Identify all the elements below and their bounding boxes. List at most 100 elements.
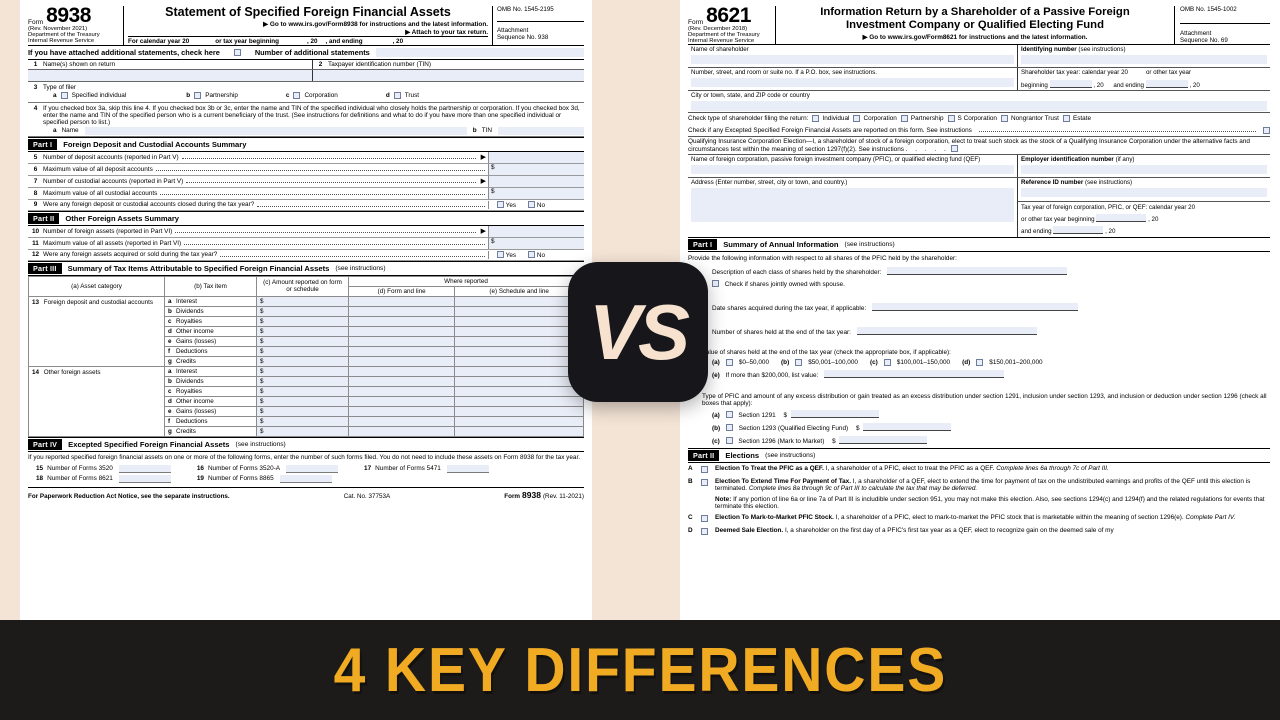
form-line-cell[interactable] [347,315,456,327]
name-of-shareholder-input[interactable] [691,55,1014,64]
schedule-line-cell[interactable] [454,305,584,317]
schedule-line-cell[interactable] [454,425,584,437]
schedule-line-cell[interactable] [454,395,584,407]
value-range-d-checkbox[interactable] [976,359,984,366]
amount-cell[interactable]: $ [256,335,349,347]
form-line-cell[interactable] [347,425,456,437]
value-range-b-checkbox[interactable] [795,359,803,366]
filer-type-c-checkbox[interactable] [293,91,301,99]
foreign-beginning-input[interactable] [1096,214,1147,222]
street-input[interactable] [691,78,1014,87]
filer-type-d-checkbox[interactable] [393,91,401,99]
filer-type-a-checkbox[interactable] [60,91,68,99]
election-c-checkbox[interactable] [701,515,708,522]
form-line-cell[interactable] [347,405,456,417]
amount-cell[interactable]: $ [256,295,349,307]
shareholder-type-corporation[interactable]: Corporation [853,115,897,122]
foreign-corp-name-input[interactable] [691,165,1014,174]
line-4b-input[interactable] [498,126,584,135]
line-5-input[interactable] [488,151,584,163]
shares-held-input[interactable] [856,327,1037,335]
schedule-line-cell[interactable] [454,345,584,357]
amount-cell[interactable]: $ [256,395,349,407]
section-1296-checkbox[interactable] [725,437,733,444]
estate-checkbox[interactable] [1062,115,1070,122]
form-line-cell[interactable] [347,305,456,317]
schedule-line-cell[interactable] [454,385,584,397]
identifying-number-input[interactable] [1021,55,1267,64]
election-a-checkbox[interactable] [701,466,708,473]
section-1291-checkbox[interactable] [725,411,733,418]
shareholder-type-partnership[interactable]: Partnership [900,115,944,122]
line-2-input[interactable] [312,69,584,81]
shareholder-type-nongrantor-trust[interactable]: Nongrantor Trust [1000,115,1059,122]
election-b-checkbox[interactable] [701,479,708,486]
value-range-a-checkbox[interactable] [725,359,733,366]
line-7-input[interactable] [488,175,584,187]
election-d-checkbox[interactable] [701,528,708,535]
form-line-cell[interactable] [347,415,456,427]
schedule-line-cell[interactable] [454,335,584,347]
section-1293-input[interactable] [863,423,952,431]
schedule-line-cell[interactable] [454,375,584,387]
reference-id-input[interactable] [1021,188,1267,197]
amount-cell[interactable]: $ [256,375,349,387]
line-8-input[interactable]: $ [488,187,584,199]
form-line-cell[interactable] [347,385,456,397]
foreign-ending-input[interactable] [1053,226,1104,234]
line-17-input[interactable] [446,464,489,473]
amount-cell[interactable]: $ [256,325,349,337]
form-line-cell[interactable] [347,345,456,357]
city-input[interactable] [691,101,1267,111]
line-19-input[interactable] [279,474,332,483]
line-1-input[interactable] [28,69,312,81]
amount-cell[interactable]: $ [256,315,349,327]
line-6-input[interactable]: $ [488,163,584,175]
line-16-input[interactable] [286,464,339,473]
line-12-no-checkbox[interactable] [528,250,536,258]
amount-cell[interactable]: $ [256,305,349,317]
amount-cell[interactable]: $ [256,345,349,357]
schedule-line-cell[interactable] [454,295,584,307]
corporation-checkbox[interactable] [853,115,861,122]
schedule-line-cell[interactable] [454,365,584,377]
amount-cell[interactable]: $ [256,385,349,397]
schedule-line-cell[interactable] [454,325,584,337]
number-of-statements-input[interactable] [375,47,584,57]
section-1291-input[interactable] [790,410,879,418]
shareholder-type-s-corporation[interactable]: S Corporation [947,115,997,122]
schedule-line-cell[interactable] [454,405,584,417]
form-line-cell[interactable] [347,375,456,387]
form-line-cell[interactable] [347,365,456,377]
line-12-yes-checkbox[interactable] [497,250,504,258]
form-line-cell[interactable] [347,325,456,337]
foreign-address-input[interactable] [691,188,1014,222]
line-11-input[interactable]: $ [488,237,584,249]
line-9-yes-checkbox[interactable] [497,200,504,208]
shareholder-type-individual[interactable]: Individual [812,115,849,122]
form-line-cell[interactable] [347,355,456,367]
shareholder-type-estate[interactable]: Estate [1062,115,1091,122]
form-line-cell[interactable] [347,395,456,407]
line-15-input[interactable] [118,464,171,473]
date-acquired-input[interactable] [871,303,1078,311]
amount-cell[interactable]: $ [256,355,349,367]
line-9-no-checkbox[interactable] [528,200,536,208]
form-line-cell[interactable] [347,295,456,307]
attached-statements-checkbox[interactable] [233,48,241,56]
beginning-input[interactable] [1049,80,1092,88]
filer-type-b-checkbox[interactable] [194,91,202,99]
schedule-line-cell[interactable] [454,415,584,427]
line-10-input[interactable] [488,225,584,237]
line-4a-input[interactable] [84,126,467,135]
schedule-line-cell[interactable] [454,355,584,367]
qic-election-checkbox[interactable] [950,145,958,152]
amount-cell[interactable]: $ [256,365,349,377]
individual-checkbox[interactable] [812,115,820,122]
schedule-line-cell[interactable] [454,315,584,327]
section-1293-checkbox[interactable] [725,424,733,431]
amount-cell[interactable]: $ [256,425,349,437]
line-18-input[interactable] [118,474,171,483]
form-line-cell[interactable] [347,335,456,347]
amount-cell[interactable]: $ [256,415,349,427]
